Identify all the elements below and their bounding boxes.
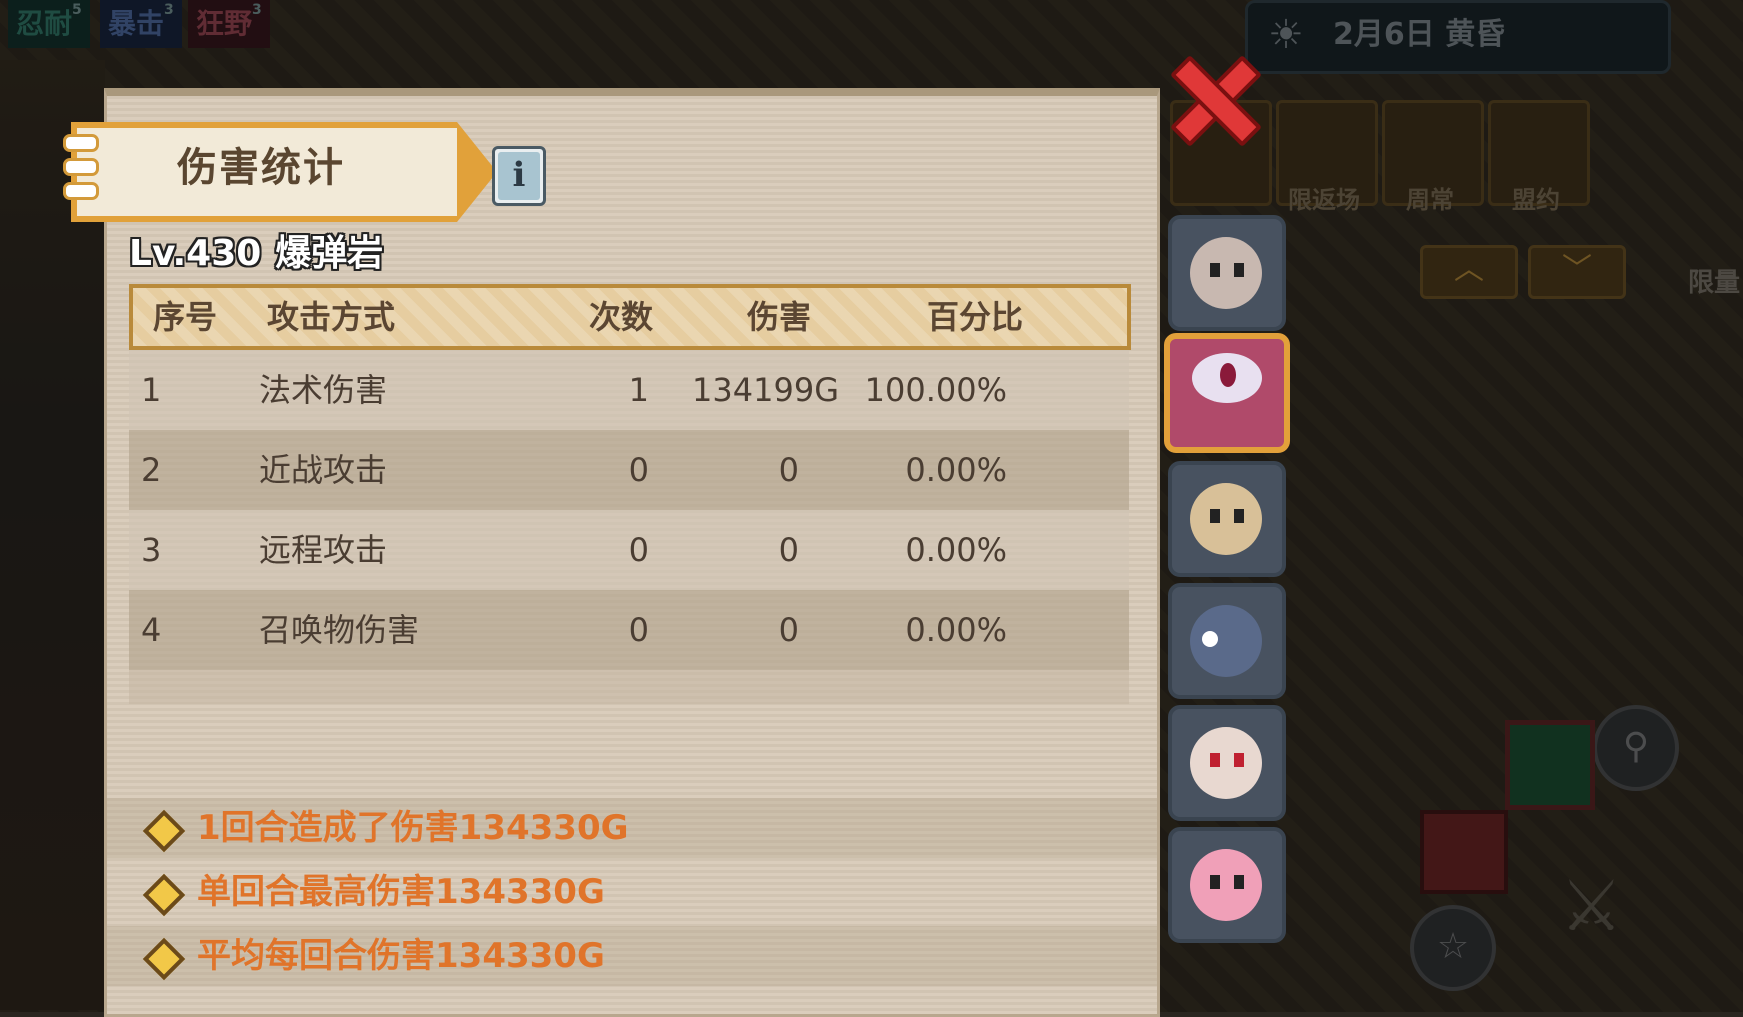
diamond-bullet-icon: [142, 937, 186, 981]
portrait-eye: [1210, 263, 1220, 277]
unit-header: Lv.430 爆弹岩: [129, 224, 383, 276]
close-button[interactable]: [1166, 52, 1262, 147]
portrait-pink-nurse[interactable]: [1168, 827, 1286, 943]
portrait-eye-monster-selected[interactable]: [1164, 333, 1290, 453]
portrait-eye: [1234, 263, 1244, 277]
summary-line: 单回合最高伤害134330G: [107, 862, 1157, 922]
cell-method: 法术伤害: [259, 371, 388, 409]
cell-damage: 134199G: [692, 371, 839, 409]
header-index: 序号: [153, 298, 218, 336]
spiral-ring: [63, 158, 99, 176]
portrait-girl-brown-hair[interactable]: [1168, 215, 1286, 331]
cell-index: 2: [141, 451, 162, 489]
cell-percent: 0.00%: [905, 531, 1007, 569]
cell-count: 0: [628, 611, 649, 649]
portrait-hat-knight[interactable]: [1168, 461, 1286, 577]
cell-percent: 0.00%: [905, 611, 1007, 649]
portrait-shark-robot[interactable]: [1168, 583, 1286, 699]
summary-total-damage: 1回合造成了伤害134330G: [197, 808, 629, 848]
portrait-face: [1190, 237, 1262, 309]
diamond-bullet-icon: [142, 873, 186, 917]
header-damage: 伤害: [747, 298, 812, 336]
cell-percent: 100.00%: [864, 371, 1007, 409]
summary-line: 平均每回合伤害134330G: [107, 926, 1157, 986]
cell-method: 远程攻击: [259, 531, 388, 569]
cell-method: 召唤物伤害: [259, 611, 420, 649]
portrait-white-hair-girl[interactable]: [1168, 705, 1286, 821]
portrait-face: [1190, 605, 1262, 677]
cell-method: 近战攻击: [259, 451, 388, 489]
table-row: 1 法术伤害 1 134199G 100.00%: [129, 350, 1129, 430]
cell-damage: 0: [778, 451, 799, 489]
info-button[interactable]: i: [492, 146, 546, 206]
summary-avg-damage: 平均每回合伤害134330G: [197, 936, 605, 976]
portrait-face: [1190, 483, 1262, 555]
summary-line: 1回合造成了伤害134330G: [107, 798, 1157, 858]
unit-name: 爆弹岩: [275, 233, 384, 274]
spiral-ring: [63, 134, 99, 152]
cell-index: 4: [141, 611, 162, 649]
portrait-eye: [1234, 875, 1244, 889]
portrait-eye: [1210, 509, 1220, 523]
table-row: 2 近战攻击 0 0 0.00%: [129, 430, 1129, 510]
portrait-eye: [1210, 875, 1220, 889]
table-row: 4 召唤物伤害 0 0 0.00%: [129, 590, 1129, 670]
portrait-face: [1190, 727, 1262, 799]
header-count: 次数: [589, 298, 654, 336]
portrait-eye: [1210, 753, 1220, 767]
portrait-eye: [1202, 631, 1218, 647]
unit-level: Lv.430: [129, 233, 262, 274]
portrait-face: [1190, 849, 1262, 921]
title-tab: 伤害统计: [63, 122, 497, 222]
diamond-bullet-icon: [142, 809, 186, 853]
table-row: 3 远程攻击 0 0 0.00%: [129, 510, 1129, 590]
cell-count: 0: [628, 531, 649, 569]
portrait-eye: [1234, 753, 1244, 767]
cell-percent: 0.00%: [905, 451, 1007, 489]
cell-count: 0: [628, 451, 649, 489]
cell-count: 1: [628, 371, 649, 409]
summary-max-damage: 单回合最高伤害134330G: [197, 872, 605, 912]
cell-index: 1: [141, 371, 162, 409]
header-method: 攻击方式: [267, 298, 396, 336]
cell-index: 3: [141, 531, 162, 569]
cell-damage: 0: [778, 531, 799, 569]
info-icon: i: [498, 152, 540, 200]
spiral-ring: [63, 182, 99, 200]
table-header: 序号 攻击方式 次数 伤害 百分比: [129, 284, 1131, 350]
header-percent: 百分比: [927, 298, 1024, 336]
cell-damage: 0: [778, 611, 799, 649]
damage-stats-panel: 伤害统计 i Lv.430 爆弹岩 序号 攻击方式 次数 伤害 百分比 1 法术伤…: [63, 88, 1160, 1017]
portrait-eye: [1220, 363, 1236, 387]
panel-title: 伤害统计: [177, 145, 345, 191]
damage-table: 序号 攻击方式 次数 伤害 百分比 1 法术伤害 1 134199G 100.0…: [129, 284, 1131, 704]
portrait-eye: [1234, 509, 1244, 523]
title-tab-point: [457, 133, 487, 211]
